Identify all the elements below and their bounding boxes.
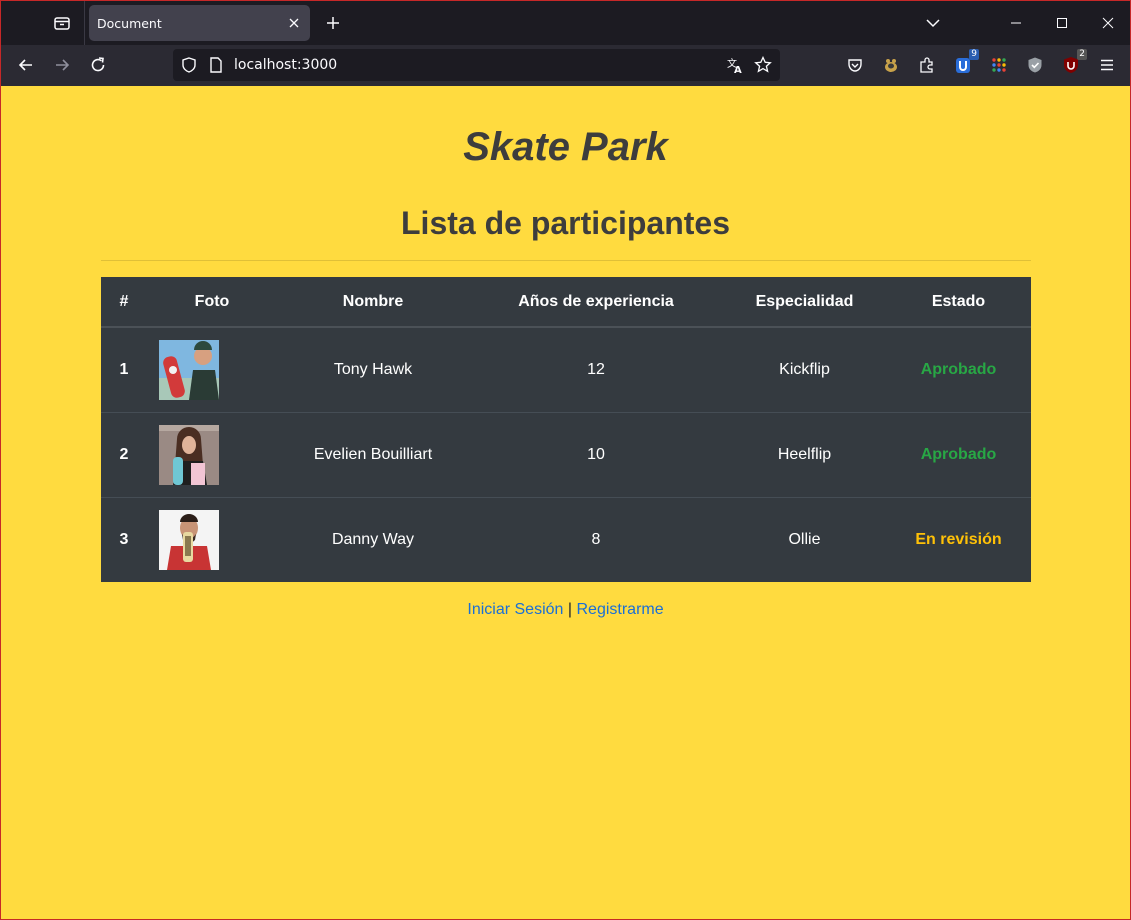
reload-button[interactable] [83, 50, 113, 80]
photo-cell [147, 327, 277, 412]
extensions-button[interactable] [913, 51, 941, 79]
row-experiencia: 8 [469, 496, 723, 582]
svg-text:A: A [734, 65, 742, 74]
row-nombre: Danny Way [277, 496, 469, 582]
pocket-icon [848, 59, 862, 72]
table-row: 3 Danny Way 8 Ollie En revisión [101, 496, 1031, 582]
apps-grid-icon [992, 58, 1006, 72]
chevron-down-icon [926, 19, 940, 28]
link-separator: | [567, 601, 573, 618]
row-nombre: Tony Hawk [333, 360, 413, 378]
browser-tab-bar: Document [1, 1, 1130, 45]
reload-icon [91, 57, 105, 72]
maximize-button[interactable] [1042, 5, 1082, 41]
close-icon [1102, 17, 1114, 29]
shield-extension-button[interactable] [1021, 51, 1049, 79]
puzzle-icon [920, 57, 933, 73]
window-close-button[interactable] [1088, 5, 1128, 41]
row-estado: En revisión [886, 496, 1031, 582]
page-icon[interactable] [206, 55, 226, 75]
list-all-tabs-button[interactable] [913, 5, 953, 41]
navigation-toolbar: localhost:3000 文 A 9 2 [1, 45, 1130, 86]
row-estado: Aprobado [920, 360, 997, 378]
header-foto: Foto [147, 277, 277, 328]
ublock-button[interactable]: 9 [949, 49, 979, 79]
row-especialidad: Heelflip [723, 411, 886, 497]
photo-cell [147, 411, 277, 497]
header-especialidad: Especialidad [723, 277, 886, 328]
tab-list-button[interactable] [45, 7, 79, 39]
extension-icon-1 [885, 59, 897, 72]
url-text[interactable]: localhost:3000 [234, 57, 337, 73]
participant-photo [159, 509, 219, 570]
arrow-right-icon [56, 59, 70, 71]
table-header-row: # Foto Nombre Años de experiencia Especi… [101, 277, 1031, 328]
header-nombre: Nombre [277, 277, 469, 328]
maximize-icon [1057, 18, 1067, 28]
auth-links: Iniciar Sesión | Registrarme [1, 601, 1130, 619]
hamburger-menu-icon [1101, 59, 1113, 71]
row-experiencia: 12 [587, 360, 605, 378]
login-link[interactable]: Iniciar Sesión [467, 601, 563, 618]
tab-separator [84, 1, 85, 45]
pocket-button[interactable] [841, 51, 869, 79]
table-row: 1 Tony Hawk 12 Kickflip Aprobado [101, 327, 1031, 412]
row-nombre: Evelien Bouilliart [277, 411, 469, 497]
plus-icon [327, 17, 339, 29]
minimize-button[interactable] [996, 5, 1036, 41]
active-tab[interactable]: Document [89, 5, 310, 41]
list-title: Lista de participantes [401, 205, 730, 241]
row-num: 2 [101, 411, 147, 497]
tab-title: Document [97, 16, 162, 31]
header-experiencia: Años de experiencia [469, 277, 723, 328]
close-icon [289, 18, 299, 28]
back-button[interactable] [11, 50, 41, 80]
register-link[interactable]: Registrarme [576, 601, 663, 618]
page-title: Skate Park [463, 125, 668, 169]
translate-icon[interactable]: 文 A [725, 55, 745, 75]
ublock-origin-badge: 2 [1077, 49, 1087, 60]
shield-icon[interactable] [179, 55, 199, 75]
row-num: 3 [101, 496, 147, 582]
header-num: # [101, 277, 147, 328]
participants-table: # Foto Nombre Años de experiencia Especi… [101, 277, 1031, 582]
apps-grid-button[interactable] [985, 51, 1013, 79]
forward-button[interactable] [47, 50, 77, 80]
ublock-badge: 9 [969, 49, 979, 60]
participant-photo [159, 424, 219, 485]
photo-cell [147, 496, 277, 582]
tab-close-button[interactable] [286, 15, 302, 31]
star-icon[interactable] [753, 55, 773, 75]
tab-list-icon [54, 17, 70, 30]
minimize-icon [1011, 22, 1021, 24]
row-especialidad: Kickflip [779, 360, 830, 378]
participant-photo [159, 339, 219, 400]
row-num: 1 [119, 360, 129, 378]
extension-button-1[interactable] [877, 51, 905, 79]
menu-button[interactable] [1093, 51, 1121, 79]
header-estado: Estado [886, 277, 1031, 328]
url-bar[interactable]: localhost:3000 文 A [173, 49, 780, 81]
shield-extension-icon [1028, 57, 1042, 73]
row-estado: Aprobado [886, 411, 1031, 497]
divider [101, 260, 1031, 261]
table-row: 2 Evelien Bouilliart 10 Heelflip Aprobad… [101, 411, 1031, 497]
row-experiencia: 10 [469, 411, 723, 497]
arrow-left-icon [18, 59, 32, 71]
row-especialidad: Ollie [723, 496, 886, 582]
ublock-origin-button[interactable]: 2 [1057, 49, 1087, 79]
new-tab-button[interactable] [319, 9, 347, 37]
